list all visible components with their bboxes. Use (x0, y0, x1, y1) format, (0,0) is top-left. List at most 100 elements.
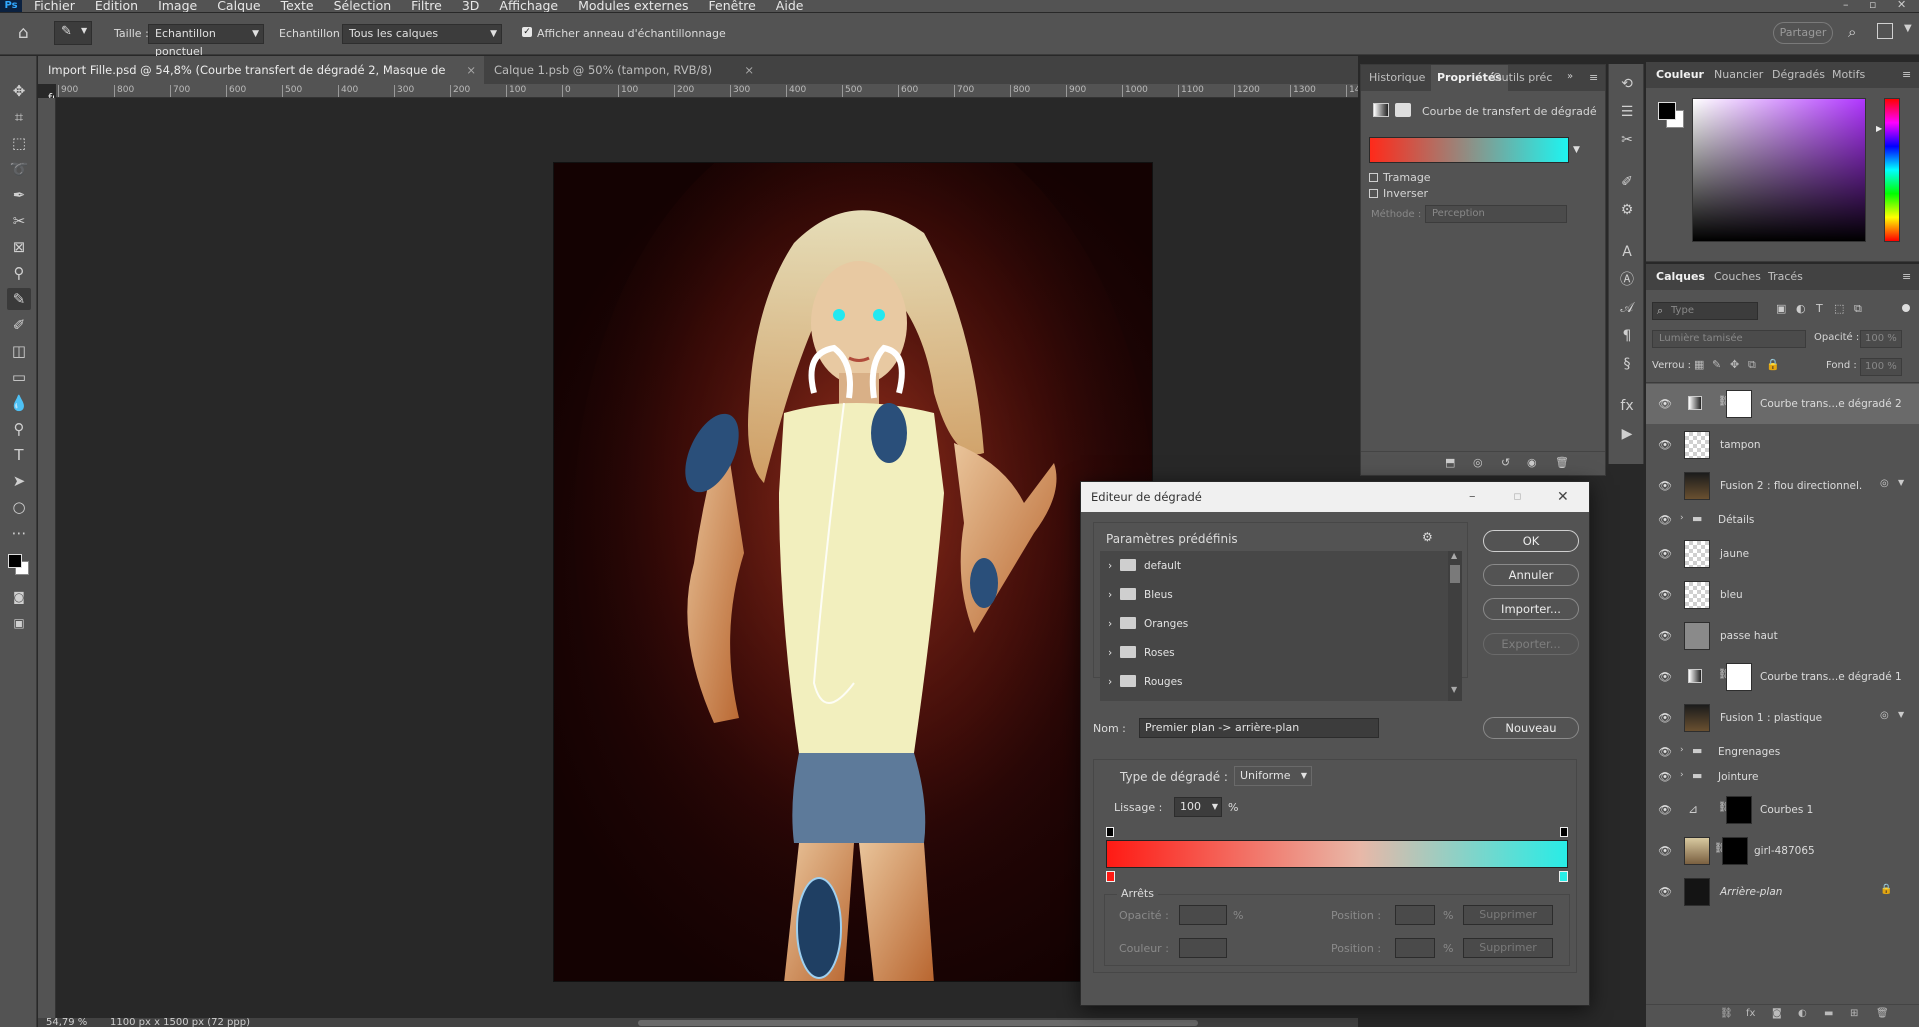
eraser-tool-icon[interactable]: ◫ (7, 340, 31, 362)
paragraph-icon[interactable]: ¶ (1617, 326, 1637, 346)
menu-aide[interactable]: Aide (768, 0, 812, 12)
list-item[interactable]: › Bleus (1100, 582, 1455, 611)
scroll-thumb[interactable] (1450, 565, 1460, 583)
presets-list[interactable]: › default › Bleus › Oranges › Roses › Ro… (1100, 551, 1462, 701)
eye-icon[interactable]: 👁 (1658, 745, 1672, 758)
chevron-down-icon[interactable]: ▼ (1898, 710, 1904, 719)
layer-row[interactable]: 👁 Arrière-plan 🔒 (1646, 872, 1919, 912)
layer-thumbnail[interactable] (1684, 540, 1710, 568)
new-button[interactable]: Nouveau (1483, 717, 1579, 739)
tool-preset-picker[interactable]: ✎ ▼ (54, 21, 92, 45)
panel-menu-icon[interactable]: ≡ (1902, 68, 1911, 81)
eye-icon[interactable]: 👁 (1658, 480, 1672, 493)
reset-icon[interactable]: ↺ (1501, 456, 1510, 469)
new-layer-icon[interactable]: ⊞ (1850, 1008, 1858, 1019)
filter-toggle[interactable] (1902, 304, 1910, 312)
layer-thumbnail[interactable] (1684, 878, 1710, 906)
eye-icon[interactable]: 👁 (1658, 712, 1672, 725)
screen-mode-icon[interactable]: ▣ (7, 612, 31, 634)
layer-name[interactable]: passe haut (1720, 630, 1778, 642)
sample-select[interactable]: Tous les calques ▼ (342, 24, 502, 44)
gradient-preview[interactable] (1369, 137, 1569, 163)
trash-icon[interactable]: 🗑 (1876, 1008, 1889, 1019)
eye-icon[interactable]: 👁 (1658, 770, 1672, 783)
cancel-button[interactable]: Annuler (1483, 564, 1579, 586)
chevron-right-icon[interactable]: › (1108, 647, 1112, 659)
lasso-tool-icon[interactable]: ➰ (7, 158, 31, 180)
layer-row[interactable]: 👁 jaune (1646, 534, 1919, 574)
layer-name[interactable]: Courbe trans...e dégradé 2 (1760, 398, 1902, 410)
menu-filtre[interactable]: Filtre (403, 0, 450, 12)
home-icon[interactable]: ⌂ (18, 23, 29, 43)
visibility-icon[interactable]: ◉ (1527, 456, 1537, 469)
dialog-titlebar[interactable]: Editeur de dégradé – ▫ ✕ (1081, 482, 1589, 512)
eye-icon[interactable]: 👁 (1658, 439, 1672, 452)
layer-thumbnail[interactable] (1684, 431, 1710, 459)
add-mask-icon[interactable]: ◙ (1772, 1008, 1782, 1019)
glyphs-icon[interactable]: 𝒜 (1617, 298, 1637, 318)
layer-name[interactable]: bleu (1720, 589, 1743, 601)
close-icon[interactable]: × (744, 56, 754, 84)
share-button[interactable]: Partager (1773, 22, 1833, 44)
list-item[interactable]: › default (1100, 553, 1455, 582)
clip-layer-icon[interactable]: ⬒ (1445, 456, 1455, 469)
menu-image[interactable]: Image (150, 0, 205, 12)
method-select[interactable]: Perception (1425, 205, 1567, 223)
layer-name[interactable]: tampon (1720, 439, 1761, 451)
history-icon[interactable]: ⟲ (1617, 74, 1637, 94)
lock-transparent-icon[interactable]: ▦ (1694, 358, 1704, 371)
layer-thumbnail[interactable] (1684, 472, 1710, 500)
lock-position-icon[interactable]: ✥ (1730, 358, 1739, 371)
ok-button[interactable]: OK (1483, 530, 1579, 552)
zoom-level[interactable]: 54,79 % (46, 1018, 87, 1027)
eye-icon[interactable]: 👁 (1658, 886, 1672, 899)
tab-nuancier[interactable]: Nuancier (1714, 62, 1763, 88)
crop-tool-icon[interactable]: ⌗ (7, 106, 31, 128)
quick-mask-icon[interactable]: ◙ (7, 586, 31, 608)
layer-thumbnail[interactable] (1684, 622, 1710, 650)
chevron-right-icon[interactable]: › (1680, 513, 1684, 523)
lock-pixels-icon[interactable]: ✎ (1712, 358, 1721, 371)
layer-name[interactable]: Engrenages (1718, 746, 1780, 758)
layer-row[interactable]: 👁 ⛓ Courbe trans...e dégradé 1 (1646, 657, 1919, 697)
close-window-icon[interactable]: ✕ (1897, 0, 1906, 11)
smoothness-field[interactable]: 100 ▼ (1174, 797, 1222, 817)
tab-calque-1[interactable]: Calque 1.psb @ 50% (tampon, RVB/8) × (484, 56, 762, 84)
gradient-type-select[interactable]: Uniforme ▼ (1234, 766, 1312, 786)
tab-import-fille[interactable]: Import Fille.psd @ 54,8% (Courbe transfe… (38, 56, 484, 105)
tab-outils-prec[interactable]: Outils préc (1493, 65, 1552, 91)
tab-historique[interactable]: Historique (1369, 65, 1425, 91)
hue-slider[interactable] (1884, 98, 1900, 242)
layer-filter-select[interactable]: ⌕ Type (1652, 302, 1758, 320)
name-input[interactable]: Premier plan -> arrière-plan (1139, 718, 1379, 738)
styles-fx-icon[interactable]: fx (1617, 396, 1637, 416)
close-icon[interactable]: × (466, 56, 476, 84)
blur-tool-icon[interactable]: 💧 (7, 392, 31, 414)
gradient-tool-icon[interactable]: ▭ (7, 366, 31, 388)
list-item[interactable]: › Oranges (1100, 611, 1455, 640)
eye-icon[interactable]: 👁 (1658, 589, 1672, 602)
mask-icon[interactable] (1395, 103, 1411, 117)
foreground-color-swatch[interactable] (1658, 102, 1676, 120)
layer-name[interactable]: Courbe trans...e dégradé 1 (1760, 671, 1902, 683)
layer-mask-thumbnail[interactable] (1726, 663, 1752, 691)
layer-thumbnail[interactable] (1684, 581, 1710, 609)
layer-mask-thumbnail[interactable] (1726, 796, 1752, 824)
layer-row[interactable]: 👁 bleu (1646, 575, 1919, 615)
list-item[interactable]: › Roses (1100, 640, 1455, 669)
new-adjustment-icon[interactable]: ◐ (1798, 1008, 1807, 1019)
size-select[interactable]: Echantillon ponctuel ▼ (148, 24, 264, 58)
slider-handle-icon[interactable]: ▶ (1876, 124, 1882, 133)
opacity-stop-left[interactable] (1106, 827, 1114, 837)
tool-presets-icon[interactable]: ✂ (1617, 130, 1637, 150)
filter-smart-icon[interactable]: ⧉ (1854, 302, 1862, 316)
eye-icon[interactable]: 👁 (1658, 671, 1672, 684)
layer-row[interactable]: 👁 tampon (1646, 425, 1919, 465)
blend-mode-select[interactable]: Lumière tamisée (1652, 330, 1806, 348)
eye-icon[interactable]: 👁 (1658, 398, 1672, 411)
list-item[interactable]: › Rouges (1100, 669, 1455, 698)
panel-menu-icon[interactable]: ≡ (1902, 270, 1911, 283)
layer-row[interactable]: 👁 ⛓ Courbe trans...e dégradé 2 (1646, 384, 1919, 424)
tab-couches[interactable]: Couches (1714, 264, 1761, 290)
properties-icon[interactable]: ☰ (1617, 102, 1637, 122)
